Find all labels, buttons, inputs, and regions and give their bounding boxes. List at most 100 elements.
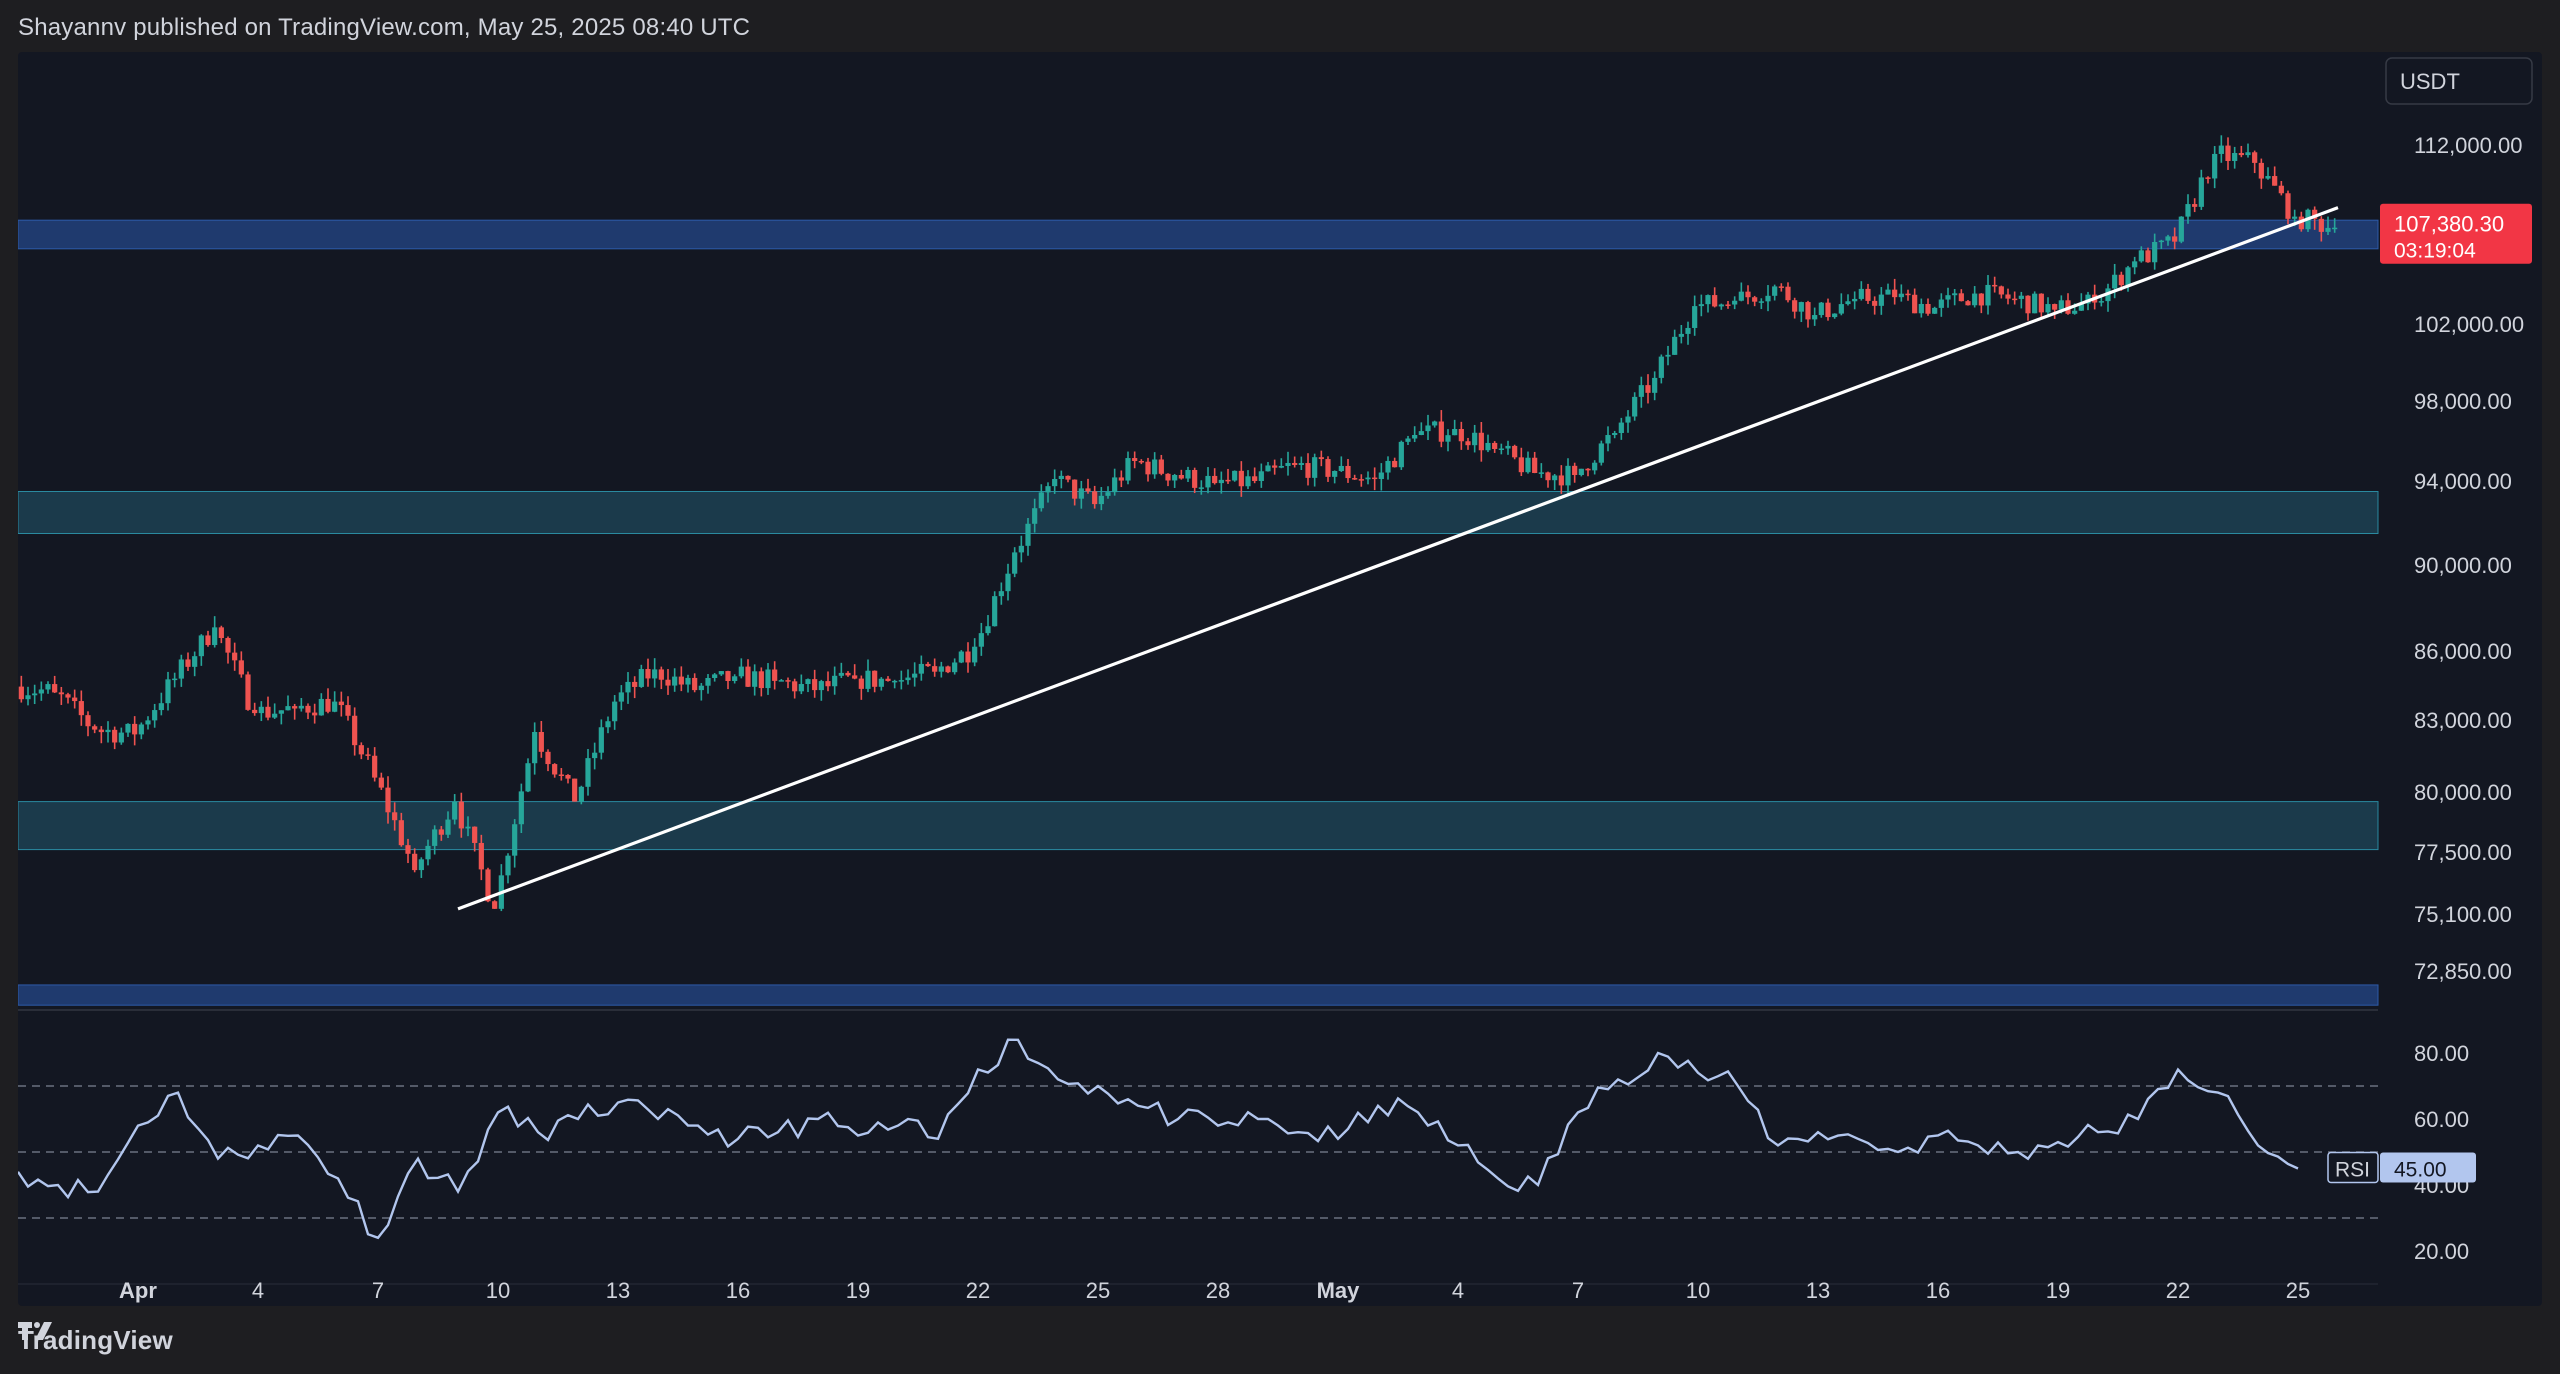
candle-body xyxy=(1658,356,1664,378)
candle-body xyxy=(198,635,204,657)
candle-body xyxy=(418,859,424,871)
price-tick-label: 86,000.00 xyxy=(2414,639,2512,664)
candle-body xyxy=(965,651,971,663)
price-axis: 112,000.00 102,000.00 98,000.00 94,000.00 90… xyxy=(2414,133,2524,1264)
candle-body xyxy=(892,680,898,683)
candle-body xyxy=(1265,465,1271,472)
last-price-label: 107,380.30 03:19:04 xyxy=(2380,203,2532,264)
candle-body xyxy=(825,681,831,687)
candle-body xyxy=(925,663,931,667)
candle-body xyxy=(1512,445,1518,458)
time-tick-label: May xyxy=(1317,1278,1361,1303)
candle-body xyxy=(1952,293,1958,296)
tradingview-footer[interactable]: TradingView xyxy=(18,1320,173,1360)
candle-body xyxy=(2225,145,2231,161)
candle-body xyxy=(538,732,544,752)
candle-body xyxy=(2038,293,2044,313)
candle-body xyxy=(105,729,111,733)
candle-body xyxy=(132,723,138,735)
candle-body xyxy=(1872,300,1878,306)
candle-body xyxy=(2245,152,2251,156)
candle-body xyxy=(2158,240,2164,243)
candle-body xyxy=(2052,304,2058,310)
candle-body xyxy=(545,751,551,765)
candle-body xyxy=(412,853,418,871)
candle-body xyxy=(1092,491,1098,505)
candle-body xyxy=(232,652,238,661)
candle-body xyxy=(805,679,811,685)
candle-body xyxy=(1318,457,1324,460)
candle-body xyxy=(932,666,938,672)
candle-body xyxy=(1852,298,1858,302)
candle-body xyxy=(678,676,684,685)
candle-body xyxy=(1198,487,1204,489)
price-tick-label: 72,850.00 xyxy=(2414,959,2512,984)
candle-body xyxy=(1938,299,1944,308)
candle-body xyxy=(112,729,118,743)
time-tick-label: 19 xyxy=(846,1278,870,1303)
candle-body xyxy=(972,646,978,663)
rsi-pane xyxy=(18,1009,2378,1240)
candle-body xyxy=(1252,476,1258,481)
candle-body xyxy=(912,673,918,678)
chart-panel[interactable]: 112,000.00 102,000.00 98,000.00 94,000.00 90… xyxy=(18,52,2542,1306)
candle-body xyxy=(885,678,891,681)
candle-body xyxy=(1892,289,1898,298)
candle-body xyxy=(1878,294,1884,306)
time-tick-label: 16 xyxy=(1926,1278,1950,1303)
currency-badge[interactable]: USDT xyxy=(2385,57,2533,105)
candle-body xyxy=(85,715,91,727)
candle-body xyxy=(1898,293,1904,298)
candle-body xyxy=(398,820,404,846)
candle-body xyxy=(518,791,524,825)
candle-body xyxy=(1885,289,1891,295)
candle-body xyxy=(238,660,244,675)
candle-body xyxy=(1932,307,1938,314)
candle-body xyxy=(2218,145,2224,154)
candle-body xyxy=(958,651,964,663)
candle-body xyxy=(1845,301,1851,305)
candle-body xyxy=(2258,162,2264,179)
candle-body xyxy=(1718,304,1724,307)
candle-body xyxy=(1245,476,1251,487)
candle-body xyxy=(572,778,578,802)
candle-body xyxy=(1805,302,1811,320)
candle-body xyxy=(785,680,791,682)
candle-body xyxy=(385,787,391,813)
candle-body xyxy=(1125,458,1131,481)
candle-body xyxy=(1018,545,1024,553)
candle-body xyxy=(205,635,211,646)
candle-body xyxy=(1992,284,1998,287)
candle-body xyxy=(2058,300,2064,310)
candle-body xyxy=(98,729,104,733)
candle-body xyxy=(1625,416,1631,423)
candle-body xyxy=(718,671,724,675)
candle-body xyxy=(938,666,944,672)
candle-body xyxy=(1785,286,1791,301)
candle-body xyxy=(372,755,378,778)
candle-body xyxy=(1478,432,1484,451)
candle-body xyxy=(1345,465,1351,479)
candle-body xyxy=(2165,236,2171,241)
candle-body xyxy=(898,680,904,682)
candle-body xyxy=(145,720,151,725)
candle-body xyxy=(2032,293,2038,314)
candle-body xyxy=(992,596,998,627)
candle-body xyxy=(585,758,591,787)
candle-body xyxy=(1538,472,1544,474)
candle-body xyxy=(1365,477,1371,480)
candle-body xyxy=(298,705,304,709)
candle-body xyxy=(305,705,311,713)
candle-body xyxy=(1685,327,1691,334)
candle-body xyxy=(978,633,984,647)
time-tick-label: 25 xyxy=(2286,1278,2310,1303)
candle-body xyxy=(1325,459,1331,477)
support-resistance-zones xyxy=(18,219,2379,1006)
candle-body xyxy=(365,754,371,756)
price-chart-svg[interactable]: 112,000.00 102,000.00 98,000.00 94,000.00 90… xyxy=(18,52,2542,1306)
candle-body xyxy=(1258,471,1264,481)
candle-body xyxy=(1972,293,1978,306)
candle-body xyxy=(1165,473,1171,481)
candle-body xyxy=(2325,227,2331,232)
candle-body xyxy=(2132,261,2138,268)
